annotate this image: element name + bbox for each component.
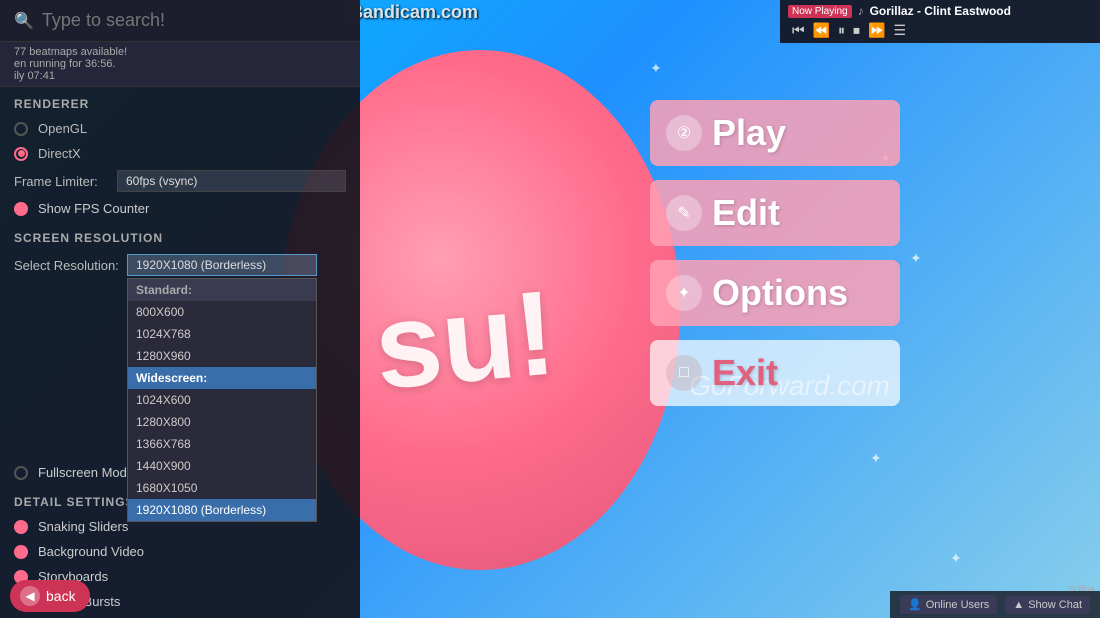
options-icon: ✦	[666, 275, 702, 311]
search-icon: 🔍	[14, 11, 34, 31]
background-video-label: Background Video	[38, 544, 144, 559]
rewind-button[interactable]: ⏪	[813, 22, 830, 39]
res-1920x1080[interactable]: 1920X1080 (Borderless)	[128, 499, 316, 521]
main-menu: ② Play ✎ Edit ✦ Options □ Exit	[650, 100, 900, 406]
edit-icon: ✎	[666, 195, 702, 231]
notification-bar: 77 beatmaps available! en running for 36…	[0, 42, 360, 87]
star-decoration: ✦	[910, 250, 922, 267]
exit-button[interactable]: □ Exit	[650, 340, 900, 406]
res-1024x600[interactable]: 1024X600	[128, 389, 316, 411]
snaking-sliders-label: Snaking Sliders	[38, 519, 128, 534]
res-800x600[interactable]: 800X600	[128, 301, 316, 323]
star-decoration: ✦	[950, 550, 962, 567]
now-playing-badge: Now Playing	[788, 5, 852, 18]
show-fps-toggle[interactable]	[14, 202, 28, 216]
back-button[interactable]: ◀ back	[10, 580, 90, 612]
search-bar: 🔍	[0, 0, 360, 42]
online-users-icon: 👤	[908, 598, 922, 611]
bandicam-watermark: Bandicam.com	[350, 2, 478, 23]
renderer-section-header: RENDERER	[0, 87, 360, 116]
res-1366x768[interactable]: 1366X768	[128, 433, 316, 455]
pause-button[interactable]: ⏸	[838, 22, 845, 39]
show-fps-label: Show FPS Counter	[38, 201, 149, 216]
background-video-row[interactable]: Background Video	[0, 539, 360, 564]
bottom-bar: 👤 Online Users ▲ Show Chat	[890, 591, 1100, 618]
standard-header: Standard:	[128, 279, 316, 301]
edit-label: Edit	[712, 192, 780, 234]
frame-limiter-input[interactable]	[117, 170, 346, 192]
background-video-toggle[interactable]	[14, 545, 28, 559]
settings-panel: 🔍 77 beatmaps available! en running for …	[0, 0, 360, 618]
playback-controls: ⏮ ⏪ ⏸ ⏹ ⏩ ☰	[788, 22, 1092, 39]
play-button[interactable]: ② Play	[650, 100, 900, 166]
hit-lighting-row[interactable]: Hit Lighting	[0, 614, 360, 618]
online-users-button[interactable]: 👤 Online Users	[900, 595, 997, 614]
options-label: Options	[712, 272, 848, 314]
show-chat-button[interactable]: ▲ Show Chat	[1005, 596, 1090, 614]
screen-resolution-header: SCREEN RESOLUTION	[0, 221, 360, 250]
widescreen-header: Widescreen:	[128, 367, 316, 389]
menu-button[interactable]: ☰	[893, 22, 906, 39]
res-1280x960[interactable]: 1280X960	[128, 345, 316, 367]
resolution-dropdown-selected[interactable]: 1920X1080 (Borderless)	[127, 254, 317, 276]
now-playing-title: Gorillaz - Clint Eastwood	[870, 4, 1011, 18]
opengl-radio[interactable]	[14, 122, 28, 136]
res-1280x800[interactable]: 1280X800	[128, 411, 316, 433]
exit-label: Exit	[712, 352, 778, 394]
opengl-option[interactable]: OpenGL	[0, 116, 360, 141]
directx-label: DirectX	[38, 146, 81, 161]
resolution-dropdown-container: 1920X1080 (Borderless) Standard: 800X600…	[127, 254, 317, 276]
star-decoration: ✦	[650, 60, 662, 77]
resolution-dropdown-list: Standard: 800X600 1024X768 1280X960 Wide…	[127, 278, 317, 522]
now-playing-panel: Now Playing ♪ Gorillaz - Clint Eastwood …	[780, 0, 1100, 43]
show-fps-row[interactable]: Show FPS Counter	[0, 196, 360, 221]
opengl-label: OpenGL	[38, 121, 87, 136]
star-decoration: ✦	[870, 450, 882, 467]
snaking-sliders-toggle[interactable]	[14, 520, 28, 534]
show-chat-icon: ▲	[1013, 599, 1024, 611]
frame-limiter-label: Frame Limiter:	[14, 174, 109, 189]
res-1680x1050[interactable]: 1680X1050	[128, 477, 316, 499]
search-input[interactable]	[42, 10, 346, 31]
directx-option[interactable]: DirectX	[0, 141, 360, 166]
res-1440x900[interactable]: 1440X900	[128, 455, 316, 477]
play-icon: ②	[666, 115, 702, 151]
exit-icon: □	[666, 355, 702, 391]
fullscreen-label: Fullscreen Mode	[38, 465, 134, 480]
fullscreen-toggle[interactable]	[14, 466, 28, 480]
select-resolution-label: Select Resolution:	[14, 258, 119, 273]
play-label: Play	[712, 112, 786, 154]
edit-button[interactable]: ✎ Edit	[650, 180, 900, 246]
frame-limiter-row: Frame Limiter:	[0, 166, 360, 196]
res-1024x768[interactable]: 1024X768	[128, 323, 316, 345]
prev-button[interactable]: ⏮	[792, 22, 805, 39]
stop-button[interactable]: ⏹	[853, 22, 860, 39]
options-button[interactable]: ✦ Options	[650, 260, 900, 326]
resolution-row: Select Resolution: 1920X1080 (Borderless…	[0, 250, 360, 280]
directx-radio[interactable]	[14, 147, 28, 161]
osu-logo-text: su!	[369, 263, 560, 416]
back-label: back	[46, 588, 76, 604]
online-users-label: Online Users	[926, 599, 990, 611]
show-chat-label: Show Chat	[1028, 599, 1082, 611]
back-arrow-icon: ◀	[20, 586, 40, 606]
fast-forward-button[interactable]: ⏩	[868, 22, 885, 39]
